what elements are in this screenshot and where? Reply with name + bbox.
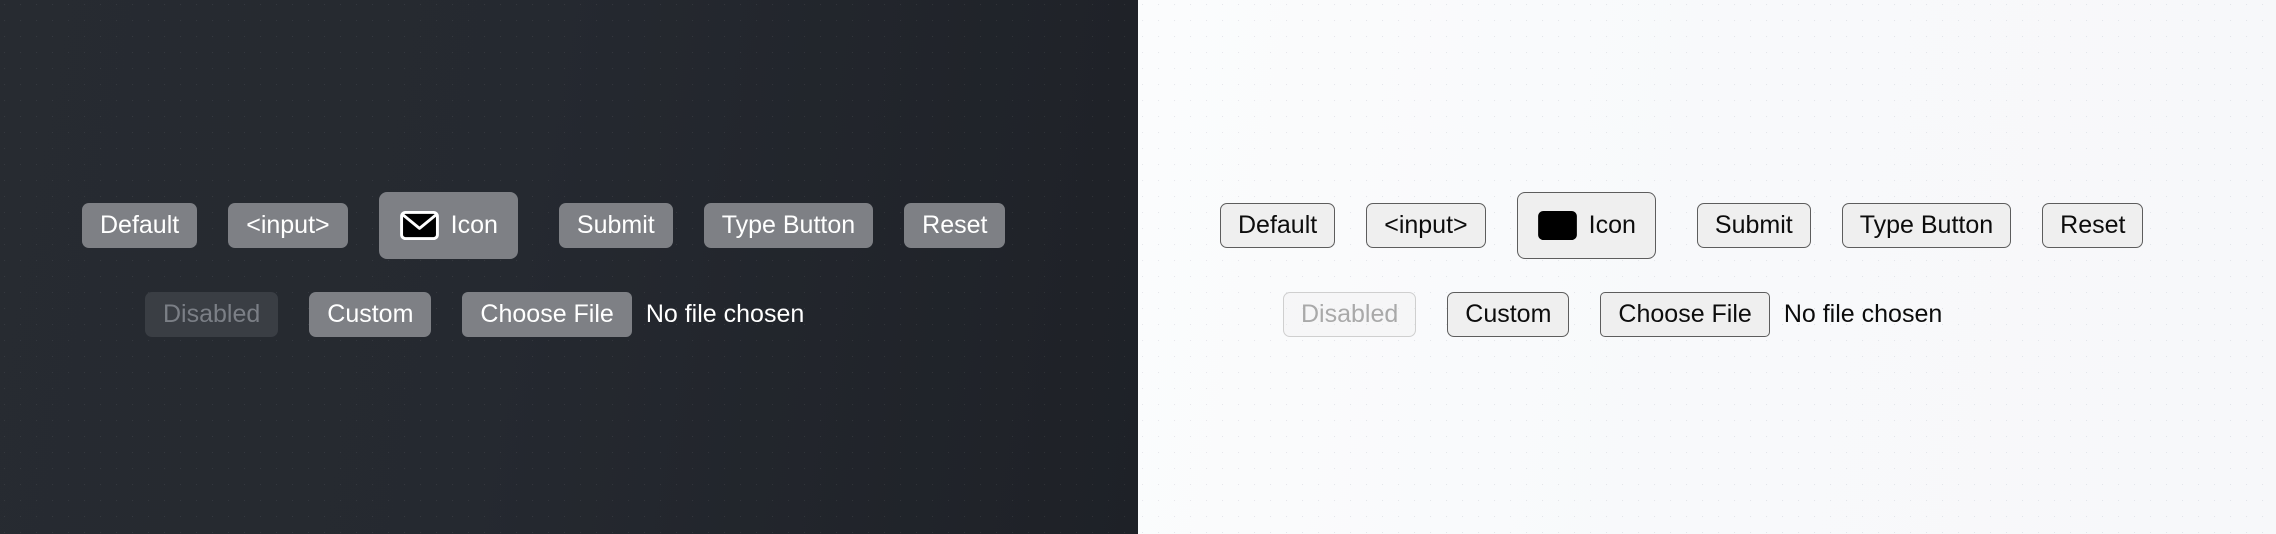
file-input[interactable]: Choose File No file chosen — [462, 291, 805, 337]
dark-button-row-primary: Default <input> Icon Submit Type Button … — [82, 190, 1006, 260]
file-status-text: No file chosen — [645, 299, 805, 328]
icon-button-label: Icon — [450, 210, 498, 239]
file-status-text: No file chosen — [1783, 299, 1943, 328]
type-button[interactable]: Type Button — [1841, 202, 2012, 248]
light-theme-panel: Default <input> Icon Submit Type Button … — [1138, 0, 2276, 534]
reset-button[interactable]: Reset — [904, 202, 1006, 248]
mail-icon — [399, 210, 440, 241]
disabled-button: Disabled — [145, 291, 279, 337]
light-button-row-primary: Default <input> Icon Submit Type Button … — [1220, 190, 2144, 260]
choose-file-button[interactable]: Choose File — [462, 291, 632, 337]
mail-icon — [1537, 210, 1578, 241]
input-button[interactable]: <input> — [228, 202, 348, 248]
light-button-row-secondary: Disabled Custom Choose File No file chos… — [1283, 290, 1942, 338]
dark-rows: Default <input> Icon Submit Type Button … — [0, 0, 1138, 534]
icon-button[interactable]: Icon — [1516, 191, 1656, 259]
input-button[interactable]: <input> — [1366, 202, 1486, 248]
file-input[interactable]: Choose File No file chosen — [1600, 291, 1943, 337]
default-button[interactable]: Default — [1220, 202, 1336, 248]
reset-button[interactable]: Reset — [2042, 202, 2144, 248]
dark-button-row-secondary: Disabled Custom Choose File No file chos… — [145, 290, 804, 338]
type-button[interactable]: Type Button — [703, 202, 874, 248]
icon-button[interactable]: Icon — [378, 191, 518, 259]
button-showcase-stage: Default <input> Icon Submit Type Button … — [0, 0, 2276, 534]
choose-file-button[interactable]: Choose File — [1600, 291, 1770, 337]
disabled-button: Disabled — [1283, 291, 1417, 337]
dark-theme-panel: Default <input> Icon Submit Type Button … — [0, 0, 1138, 534]
icon-button-label: Icon — [1588, 210, 1636, 239]
submit-button[interactable]: Submit — [558, 202, 673, 248]
default-button[interactable]: Default — [82, 202, 198, 248]
custom-button[interactable]: Custom — [309, 291, 432, 337]
light-rows: Default <input> Icon Submit Type Button … — [1138, 0, 2276, 534]
custom-button[interactable]: Custom — [1447, 291, 1570, 337]
submit-button[interactable]: Submit — [1696, 202, 1811, 248]
